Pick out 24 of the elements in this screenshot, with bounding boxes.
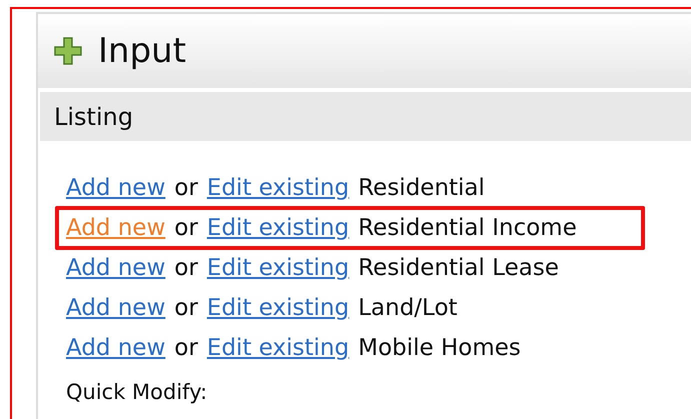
- add-new-link[interactable]: Add new: [66, 256, 166, 280]
- edit-existing-link[interactable]: Edit existing: [206, 296, 350, 320]
- listing-type: Land/Lot: [358, 296, 458, 320]
- add-new-link[interactable]: Add new: [66, 296, 166, 320]
- plus-icon: [54, 37, 82, 65]
- add-new-link[interactable]: Add new: [66, 176, 166, 200]
- add-new-link[interactable]: Add new: [66, 336, 166, 360]
- section-title: Listing: [54, 102, 134, 132]
- edit-existing-link[interactable]: Edit existing: [206, 216, 350, 240]
- listing-type: Residential: [358, 176, 485, 200]
- listing-type: Residential Income: [358, 216, 577, 240]
- joiner-text: or: [174, 216, 198, 240]
- listing-type: Residential Lease: [358, 256, 559, 280]
- joiner-text: or: [174, 336, 198, 360]
- edit-existing-link[interactable]: Edit existing: [206, 256, 350, 280]
- panel-title: Input: [98, 30, 186, 72]
- edit-existing-link[interactable]: Edit existing: [206, 336, 350, 360]
- edit-existing-link[interactable]: Edit existing: [206, 176, 350, 200]
- add-new-link[interactable]: Add new: [66, 216, 166, 240]
- joiner-text: or: [174, 256, 198, 280]
- joiner-text: or: [174, 296, 198, 320]
- listing-type: Mobile Homes: [358, 336, 521, 360]
- field-label: Quick Modify:: [66, 380, 208, 404]
- joiner-text: or: [174, 176, 198, 200]
